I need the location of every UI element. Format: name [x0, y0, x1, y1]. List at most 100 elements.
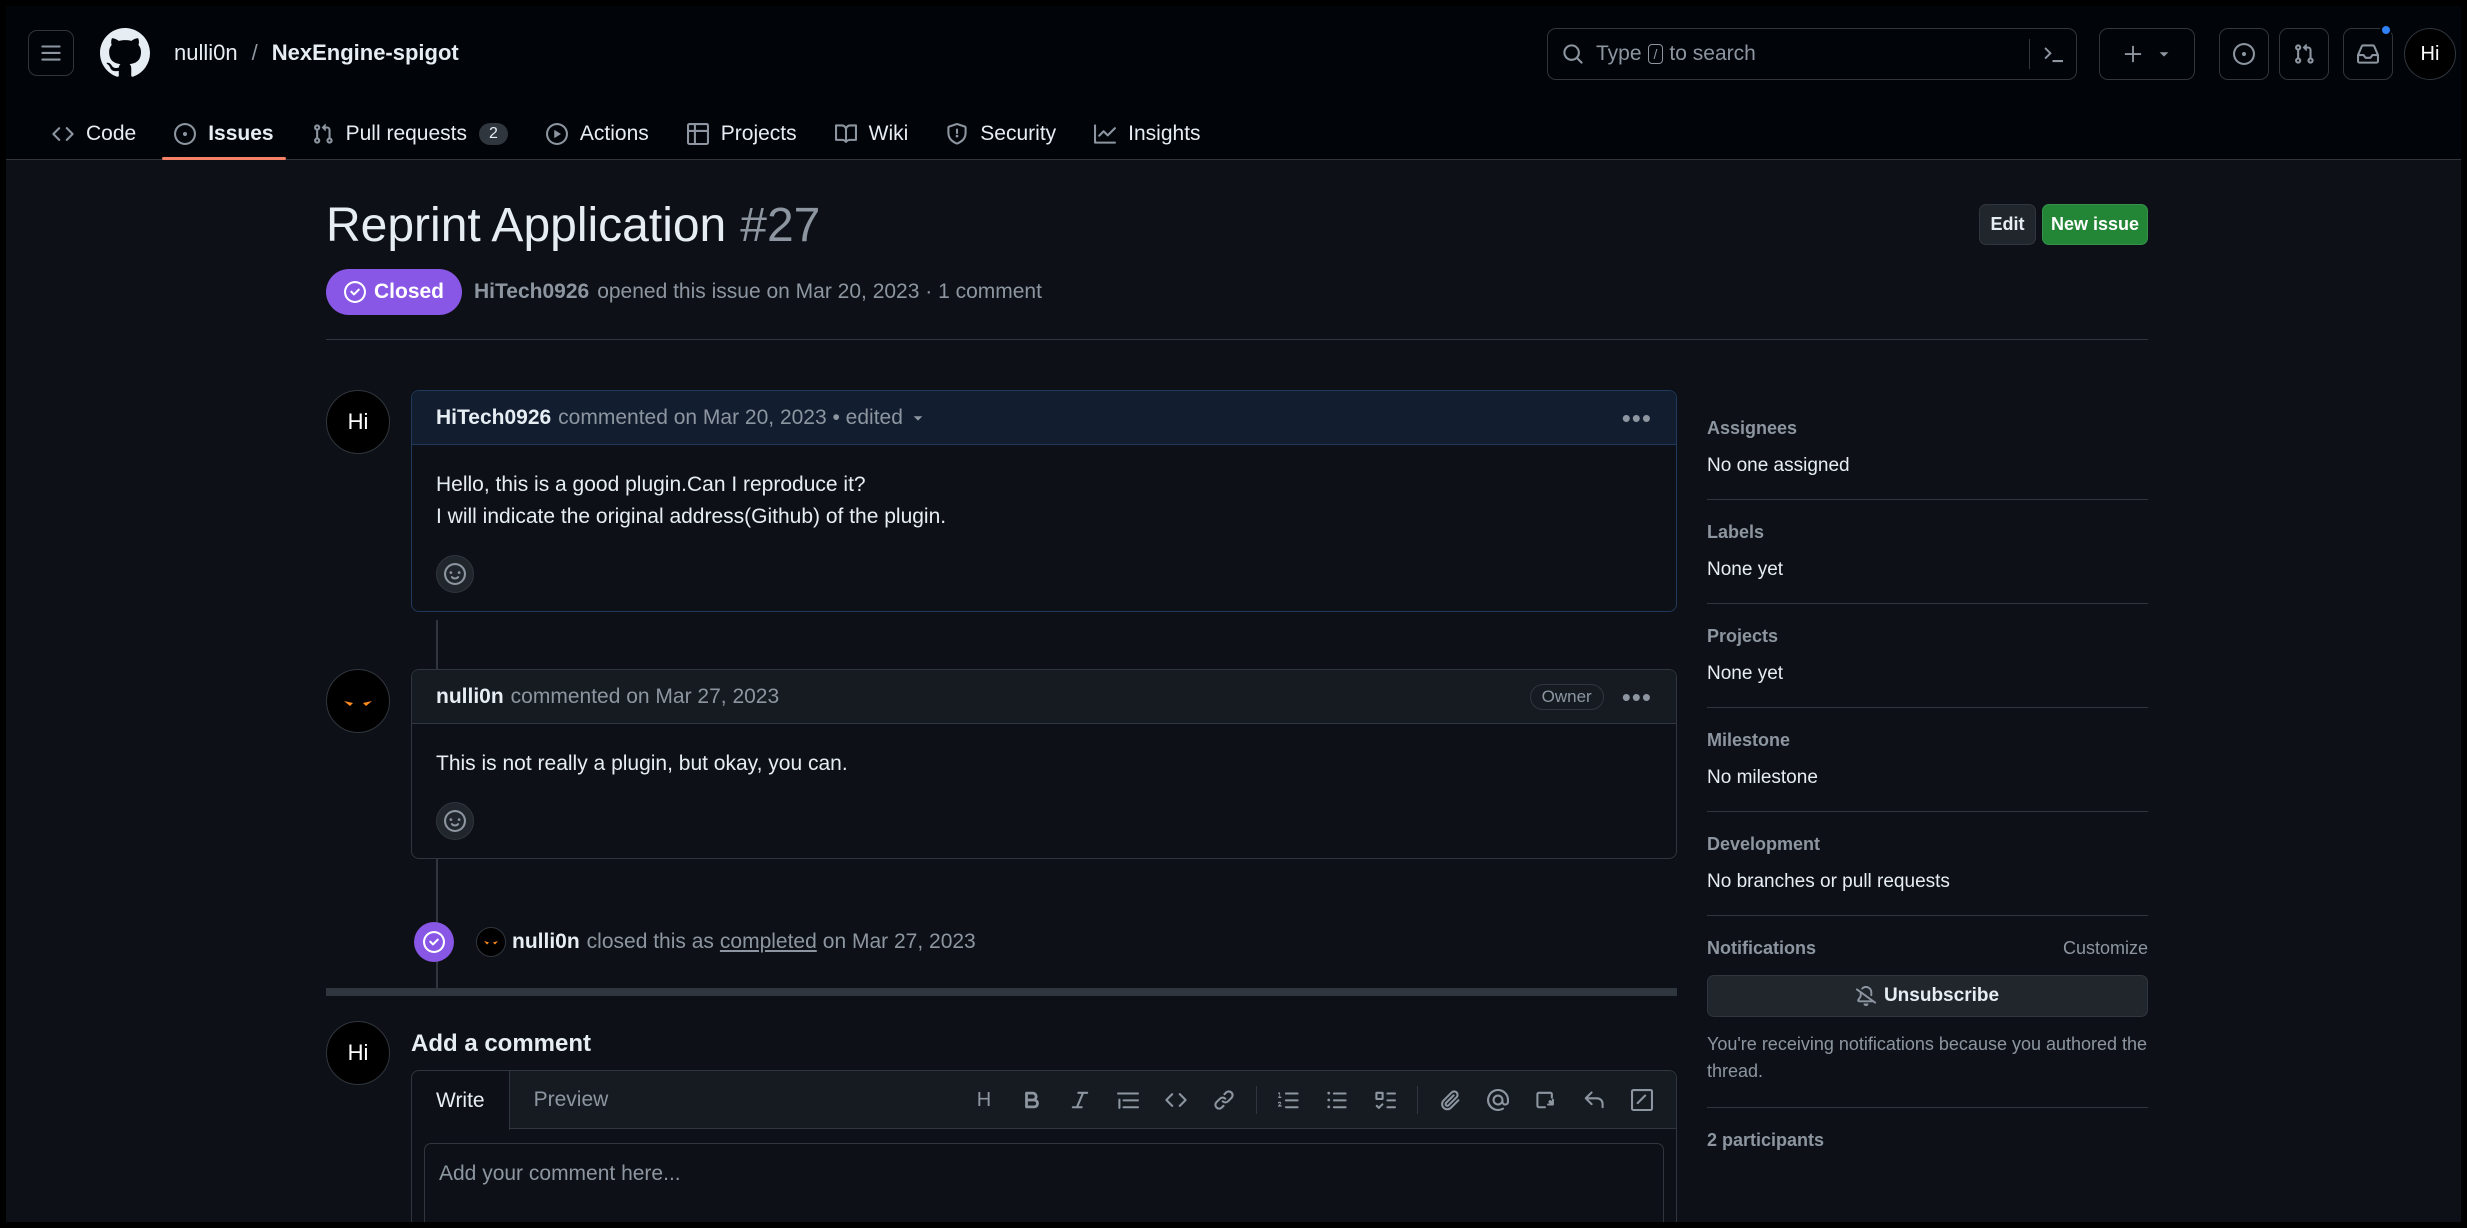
event-actor-link[interactable]: nulli0n [512, 930, 580, 954]
triangle-down-icon [2159, 52, 2169, 57]
customize-link[interactable]: Customize [2063, 938, 2148, 959]
tasklist-icon[interactable] [1361, 1084, 1409, 1116]
milestone-section[interactable]: Milestone No milestone [1707, 708, 2148, 812]
comment-author-link[interactable]: nulli0n [436, 685, 504, 709]
tab-label: Wiki [868, 122, 909, 145]
comment-textarea[interactable] [424, 1143, 1664, 1222]
user-avatar[interactable]: Hi [2404, 28, 2456, 80]
dark-eyes-avatar-icon [484, 941, 498, 945]
create-new-button[interactable] [2099, 28, 2195, 80]
link-icon[interactable] [1200, 1084, 1248, 1116]
menu-button[interactable] [28, 30, 74, 76]
repo-breadcrumb: nulli0n / NexEngine-spigot [174, 40, 459, 66]
event-date[interactable]: on Mar 27, 2023 [823, 930, 976, 954]
issue-title-row: Reprint Application #27 [326, 198, 820, 253]
table-icon [686, 123, 709, 145]
app-header: nulli0n / NexEngine-spigot Type / to sea… [6, 6, 2461, 160]
bold-icon[interactable] [1008, 1084, 1056, 1116]
add-comment-heading: Add a comment [411, 1030, 592, 1057]
your-pull-requests-button[interactable] [2279, 28, 2329, 80]
search-placeholder-after: to search [1669, 42, 1756, 65]
issue-number: #27 [740, 199, 821, 252]
add-reaction-button[interactable] [436, 802, 474, 840]
issue-meta: Closed HiTech0926 opened this issue on M… [326, 269, 1042, 315]
italic-icon[interactable] [1056, 1084, 1104, 1116]
issue-author-link[interactable]: HiTech0926 [474, 280, 589, 304]
github-logo-icon[interactable] [100, 28, 150, 78]
labels-section[interactable]: Labels None yet [1707, 500, 2148, 604]
notification-reason: You're receiving notifications because y… [1707, 1034, 2148, 1081]
repo-owner-link[interactable]: nulli0n [174, 40, 238, 66]
kebab-horizontal-icon[interactable]: ••• [1622, 684, 1652, 710]
triangle-down-icon[interactable] [911, 411, 925, 425]
assignees-value: No one assigned [1707, 455, 1850, 476]
unordered-list-icon[interactable] [1313, 1084, 1361, 1116]
search-input[interactable]: Type / to search [1547, 28, 2077, 80]
comment-author-link[interactable]: HiTech0926 [436, 406, 551, 430]
cross-reference-icon[interactable] [1522, 1084, 1570, 1116]
tab-wiki[interactable]: Wiki [823, 110, 921, 158]
avatar[interactable]: Hi [326, 390, 390, 454]
slash-commands-icon[interactable] [1618, 1084, 1666, 1116]
comment-meta[interactable]: commented on Mar 27, 2023 [511, 685, 780, 709]
smiley-icon [444, 563, 466, 585]
assignees-label[interactable]: Assignees [1707, 418, 1797, 439]
tab-security[interactable]: Security [934, 110, 1068, 158]
code-icon [52, 127, 74, 141]
issue-closed-icon [344, 281, 366, 303]
comment-card: nulli0n commented on Mar 27, 2023 Owner … [411, 669, 1677, 859]
tab-label: Issues [208, 122, 274, 145]
code-icon[interactable] [1152, 1084, 1200, 1116]
development-label[interactable]: Development [1707, 834, 1820, 855]
mention-icon[interactable] [1474, 1084, 1522, 1116]
projects-section[interactable]: Projects None yet [1707, 604, 2148, 708]
ordered-list-icon[interactable] [1265, 1084, 1313, 1116]
edit-button[interactable]: Edit [1979, 204, 2036, 245]
reply-icon[interactable] [1570, 1084, 1618, 1116]
avatar[interactable] [326, 669, 390, 733]
issue-opened-icon [174, 123, 197, 145]
labels-label[interactable]: Labels [1707, 522, 1764, 543]
avatar[interactable]: Hi [326, 1021, 390, 1085]
tab-label: Code [86, 122, 137, 145]
projects-label[interactable]: Projects [1707, 626, 1778, 647]
projects-value: None yet [1707, 663, 1784, 684]
breadcrumb-separator: / [251, 40, 258, 65]
avatar[interactable] [476, 927, 506, 957]
heading-tool[interactable]: H [960, 1084, 1008, 1116]
tab-write[interactable]: Write [412, 1071, 510, 1130]
participants-label: 2 participants [1707, 1130, 1825, 1150]
tab-preview[interactable]: Preview [510, 1071, 633, 1128]
new-issue-button[interactable]: New issue [2042, 204, 2148, 245]
comment-header: HiTech0926 commented on Mar 20, 2023 • e… [412, 391, 1676, 445]
tab-projects[interactable]: Projects [675, 110, 809, 158]
quote-icon[interactable] [1104, 1084, 1152, 1116]
tab-pull-requests[interactable]: Pull requests 2 [300, 110, 520, 158]
tab-label: Insights [1128, 122, 1201, 145]
kebab-horizontal-icon[interactable]: ••• [1622, 405, 1652, 431]
repo-name-link[interactable]: NexEngine-spigot [272, 40, 459, 66]
header-divider [326, 339, 2148, 340]
your-issues-button[interactable] [2219, 28, 2269, 80]
graph-icon [1094, 124, 1117, 144]
hamburger-icon [41, 45, 61, 61]
milestone-label[interactable]: Milestone [1707, 730, 1790, 751]
add-reaction-button[interactable] [436, 555, 474, 593]
comment-meta[interactable]: commented on Mar 20, 2023 • edited [558, 406, 903, 430]
search-icon [1563, 44, 1583, 64]
tab-issues[interactable]: Issues [162, 110, 286, 160]
search-placeholder-before: Type [1596, 42, 1642, 65]
tab-actions[interactable]: Actions [534, 110, 661, 158]
unsubscribe-button[interactable]: Unsubscribe [1707, 975, 2148, 1017]
paperclip-icon[interactable] [1426, 1084, 1474, 1116]
command-palette-icon[interactable] [2042, 42, 2066, 66]
issue-opened-icon [2233, 43, 2255, 65]
development-section[interactable]: Development No branches or pull requests [1707, 812, 2148, 916]
comment-header: nulli0n commented on Mar 27, 2023 Owner … [412, 670, 1676, 724]
issue-sidebar: Assignees No one assigned Labels None ye… [1707, 396, 2148, 1173]
tab-code[interactable]: Code [40, 110, 148, 158]
assignees-section[interactable]: Assignees No one assigned [1707, 396, 2148, 500]
completed-link[interactable]: completed [720, 930, 817, 954]
bell-slash-icon [1855, 986, 1876, 1006]
tab-insights[interactable]: Insights [1082, 110, 1212, 158]
